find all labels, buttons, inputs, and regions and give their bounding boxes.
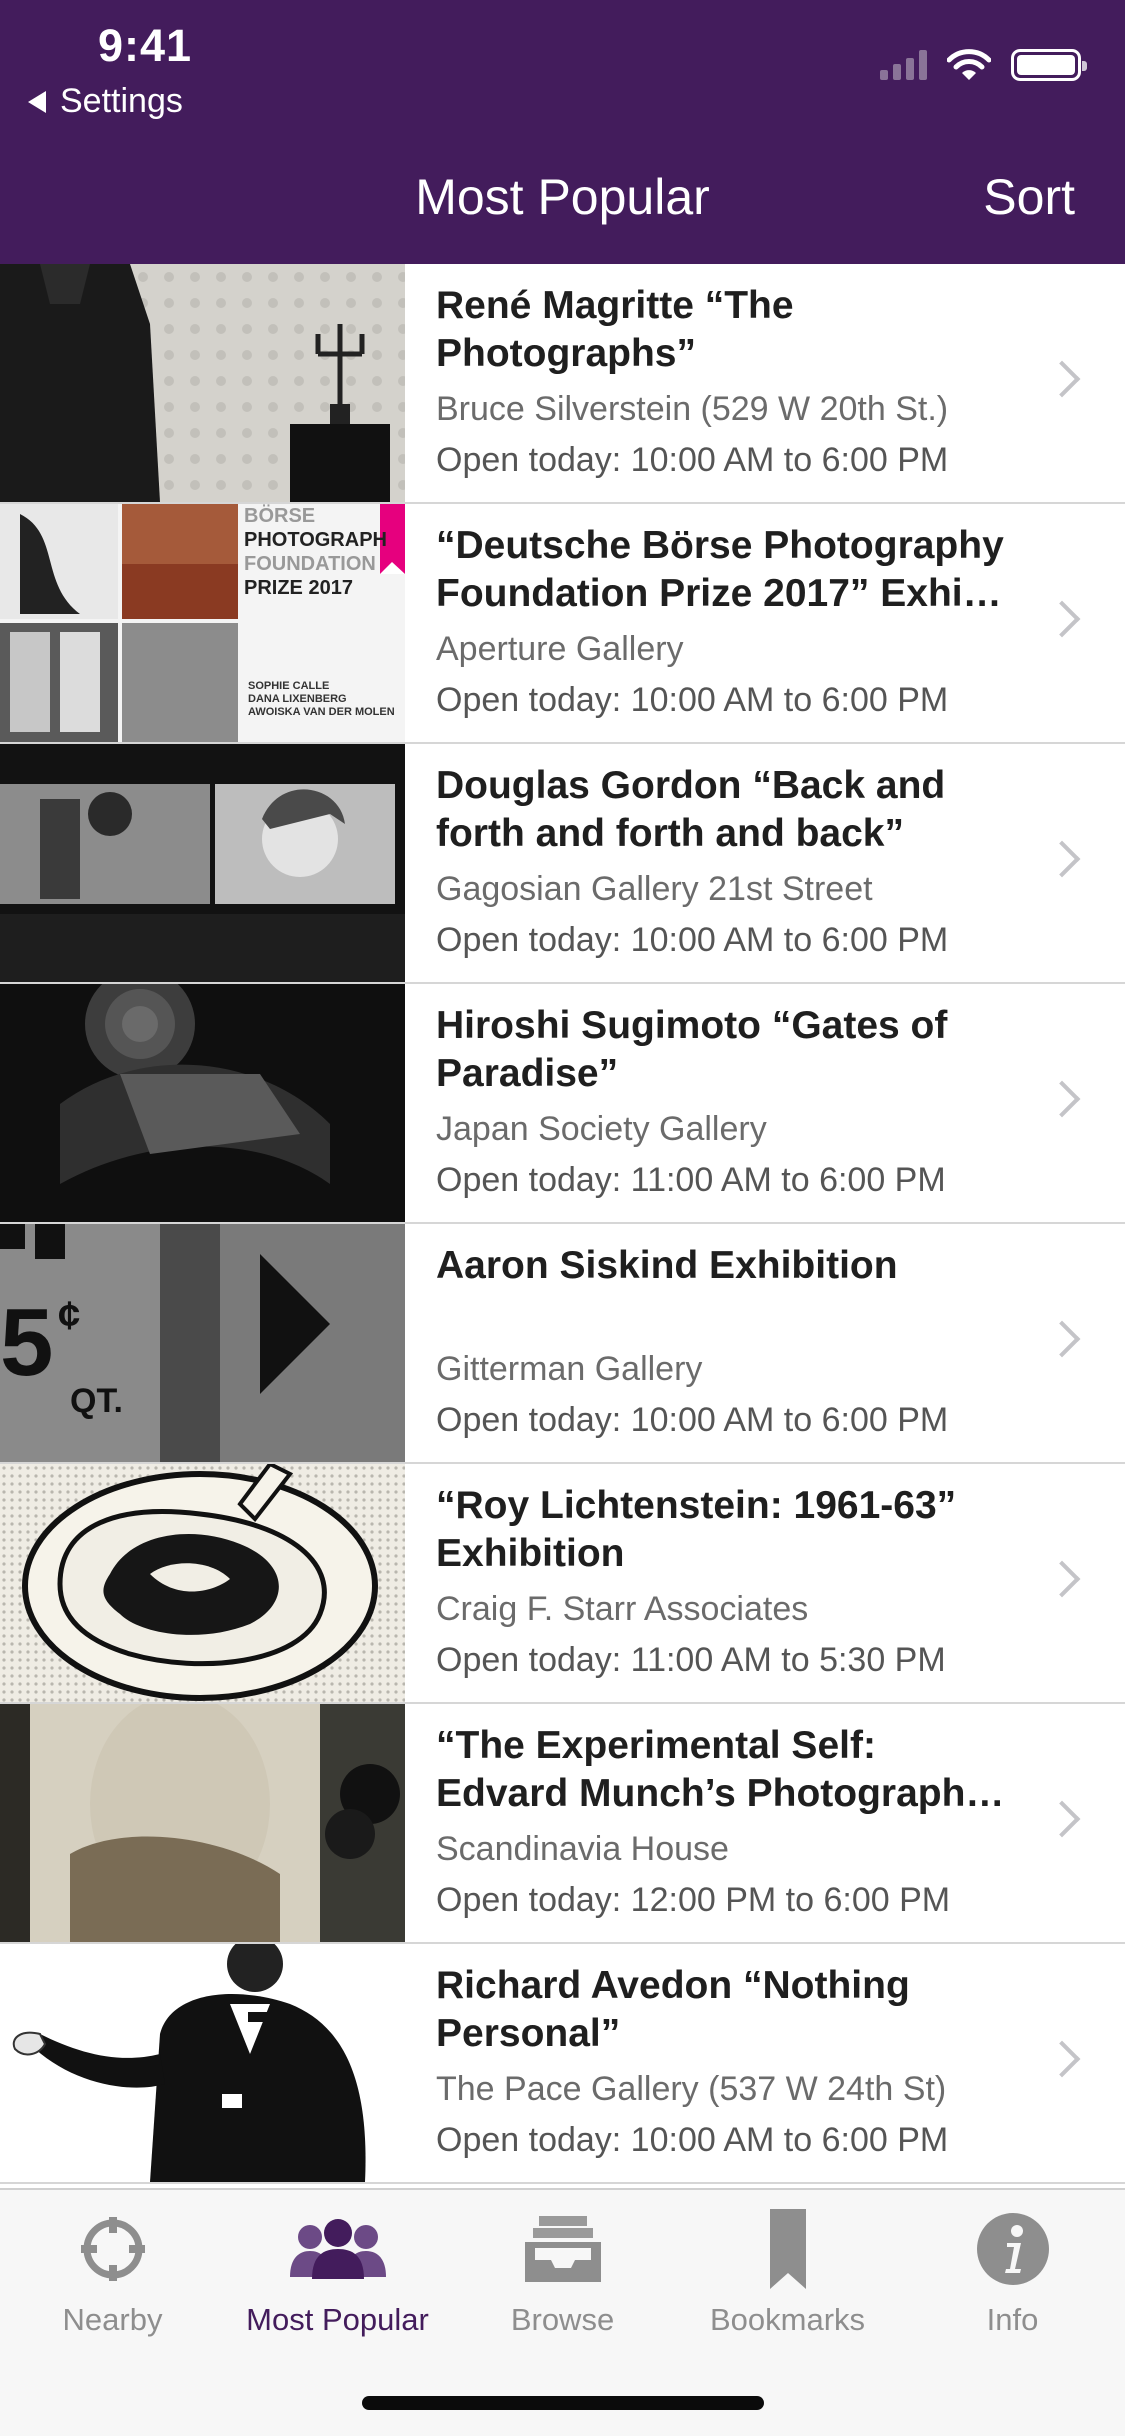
exhibition-row[interactable]: “Roy Lichtenstein: 1961-63” Exhibition C… (0, 1464, 1125, 1704)
crosshair-icon (80, 2217, 145, 2281)
exhibition-venue: Craig F. Starr Associates (436, 1590, 809, 1628)
exhibition-title: “Roy Lichtenstein: 1961-63” Exhibition (436, 1484, 957, 1575)
exhibition-title: “Deutsche Börse Photography Foundation P… (436, 524, 1004, 615)
thumbnail-text: DANA LIXENBERG (248, 693, 347, 705)
exhibition-thumbnail: BÖRSE PHOTOGRAPH FOUNDATION PRIZE 2017 S… (0, 504, 405, 742)
cellular-signal-icon (880, 50, 927, 80)
exhibition-thumbnail (0, 744, 405, 982)
thumbnail-text: PHOTOGRAPH (244, 529, 387, 551)
exhibition-row[interactable]: “The Experimental Self: Edvard Munch’s P… (0, 1704, 1125, 1944)
thumbnail-text: 5 (0, 1289, 54, 1396)
exhibition-hours: Open today: 10:00 AM to 6:00 PM (436, 681, 949, 719)
thumbnail-text: BÖRSE (244, 505, 316, 527)
chevron-right-icon (1043, 1080, 1081, 1118)
thumbnail-text: SOPHIE CALLE (248, 680, 330, 692)
page-title: Most Popular (415, 169, 710, 225)
tab-bookmarks[interactable]: Bookmarks (675, 2208, 900, 2338)
home-indicator[interactable] (362, 2396, 764, 2410)
tab-browse[interactable]: Browse (450, 2208, 675, 2338)
exhibition-venue: Gagosian Gallery 21st Street (436, 870, 873, 908)
exhibition-hours: Open today: 11:00 AM to 5:30 PM (436, 1641, 946, 1679)
exhibition-title: Douglas Gordon “Back and forth and forth… (436, 764, 946, 855)
chevron-right-icon (1043, 1800, 1081, 1838)
exhibition-row[interactable]: Richard Avedon “Nothing Personal” The Pa… (0, 1944, 1125, 2184)
exhibition-hours: Open today: 10:00 AM to 6:00 PM (436, 2121, 949, 2159)
exhibition-thumbnail (0, 1464, 405, 1702)
bookmark-icon (769, 2209, 806, 2289)
exhibition-hours: Open today: 12:00 PM to 6:00 PM (436, 1881, 951, 1919)
exhibition-row[interactable]: Douglas Gordon “Back and forth and forth… (0, 744, 1125, 984)
exhibition-row[interactable]: René Magritte “The Photographs” Bruce Si… (0, 264, 1125, 504)
exhibition-hours: Open today: 10:00 AM to 6:00 PM (436, 441, 949, 479)
tab-nearby[interactable]: Nearby (0, 2208, 225, 2338)
exhibition-row[interactable]: Hiroshi Sugimoto “Gates of Paradise” Jap… (0, 984, 1125, 1224)
exhibition-venue: Bruce Silverstein (529 W 20th St.) (436, 390, 949, 428)
back-to-settings-link[interactable]: Settings (28, 82, 183, 121)
tab-label: Info (986, 2302, 1039, 2337)
exhibition-venue: Japan Society Gallery (436, 1110, 767, 1148)
wifi-icon (947, 49, 991, 80)
exhibition-hours: Open today: 11:00 AM to 6:00 PM (436, 1161, 946, 1199)
tab-info[interactable]: Info (900, 2208, 1125, 2338)
info-icon (976, 2213, 1049, 2285)
thumbnail-text: ¢ (58, 1294, 81, 1338)
exhibition-title: “The Experimental Self: Edvard Munch’s P… (436, 1724, 1005, 1815)
thumbnail-text: PRIZE 2017 (244, 577, 353, 599)
chevron-right-icon (1043, 840, 1081, 878)
status-time: 9:41 (98, 20, 193, 71)
exhibition-row[interactable]: BÖRSE PHOTOGRAPH FOUNDATION PRIZE 2017 S… (0, 504, 1125, 744)
exhibition-venue: The Pace Gallery (537 W 24th St) (436, 2070, 947, 2108)
tab-label: Browse (510, 2302, 615, 2337)
exhibition-hours: Open today: 10:00 AM to 6:00 PM (436, 1401, 949, 1439)
exhibition-thumbnail: 5 ¢ QT. (0, 1224, 405, 1462)
thumbnail-text: QT. (70, 1382, 123, 1420)
exhibition-title: Hiroshi Sugimoto “Gates of Paradise” (436, 1004, 948, 1095)
back-arrow-icon (28, 90, 46, 113)
exhibition-title: René Magritte “The Photographs” (436, 284, 794, 375)
battery-icon (1011, 49, 1087, 81)
chevron-right-icon (1043, 1320, 1081, 1358)
exhibition-thumbnail (0, 264, 405, 502)
exhibition-venue: Gitterman Gallery (436, 1350, 703, 1388)
tab-label: Nearby (62, 2302, 163, 2337)
sort-button[interactable]: Sort (983, 168, 1075, 226)
exhibition-hours: Open today: 10:00 AM to 6:00 PM (436, 921, 949, 959)
chevron-right-icon (1043, 360, 1081, 398)
chevron-right-icon (1043, 2040, 1081, 2078)
exhibition-list: René Magritte “The Photographs” Bruce Si… (0, 264, 1125, 2188)
thumbnail-text: FOUNDATION (244, 553, 376, 575)
exhibition-title: Richard Avedon “Nothing Personal” (436, 1964, 910, 2055)
exhibition-row[interactable]: 5 ¢ QT. Aaron Siskind Exhibition Gitterm… (0, 1224, 1125, 1464)
inbox-tray-icon (524, 2216, 601, 2282)
tab-most-popular[interactable]: Most Popular (225, 2208, 450, 2338)
exhibition-thumbnail (0, 1944, 405, 2182)
nav-header: 9:41 Settings Most Popular Sort (0, 0, 1125, 264)
status-icons (880, 48, 1087, 82)
tab-label: Bookmarks (709, 2302, 866, 2337)
exhibition-venue: Aperture Gallery (436, 630, 684, 668)
people-icon (289, 2219, 386, 2279)
back-link-label: Settings (60, 82, 183, 120)
thumbnail-text: AWOISKA VAN DER MOLEN (248, 706, 395, 718)
chevron-right-icon (1043, 1560, 1081, 1598)
exhibition-venue: Scandinavia House (436, 1830, 729, 1868)
exhibition-thumbnail (0, 1704, 405, 1942)
exhibition-title: Aaron Siskind Exhibition (436, 1244, 898, 1287)
exhibition-thumbnail (0, 984, 405, 1222)
chevron-right-icon (1043, 600, 1081, 638)
tab-label: Most Popular (246, 2302, 429, 2337)
